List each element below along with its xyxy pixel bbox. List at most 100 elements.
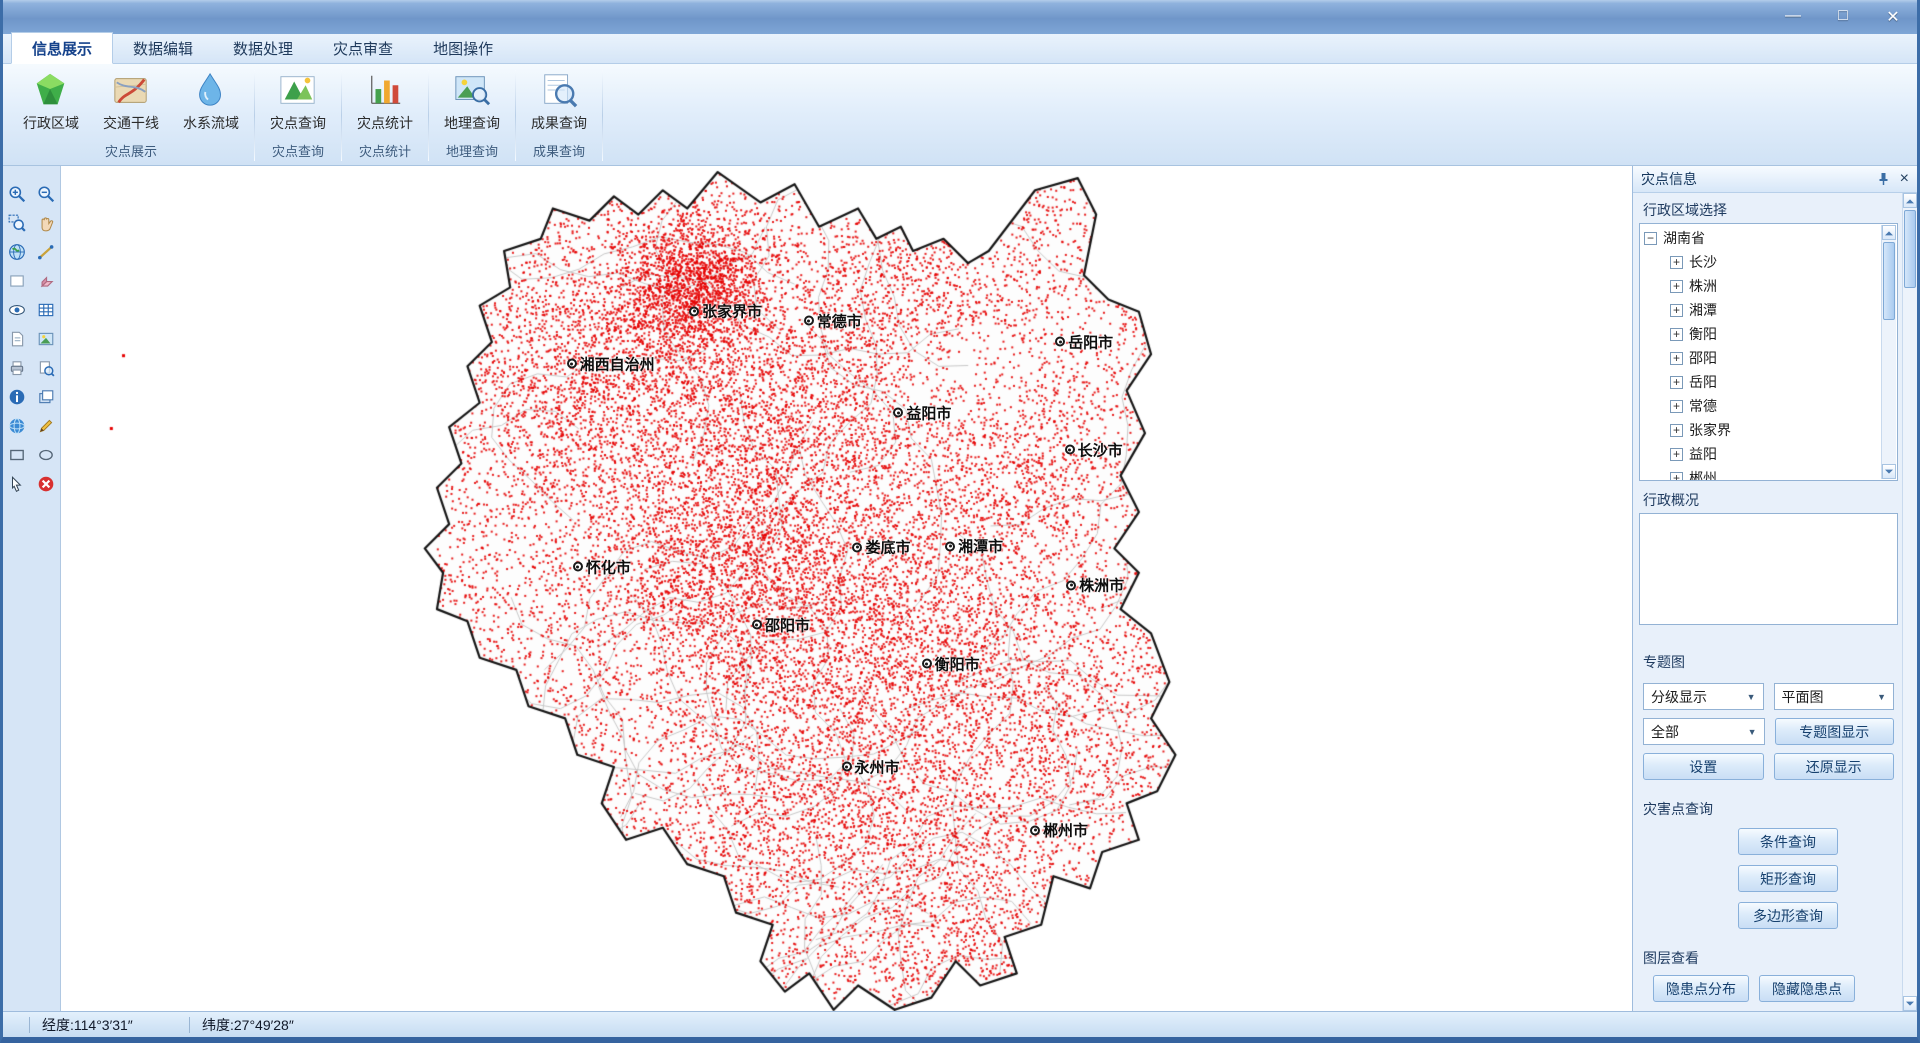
ribbon-groups: 行政区域交通干线水系流域灾点展示灾点查询灾点查询灾点统计灾点统计地理查询地理查询… — [3, 64, 1917, 166]
expand-icon[interactable]: + — [1670, 256, 1683, 269]
scroll-thumb[interactable] — [1883, 242, 1895, 320]
tree-node[interactable]: +株洲 — [1644, 274, 1879, 298]
disaster-query-button[interactable]: 矩形查询 — [1738, 865, 1838, 892]
tree-node-label: 岳阳 — [1689, 372, 1717, 392]
identify-tool-button[interactable] — [4, 296, 31, 323]
expand-icon[interactable]: + — [1670, 424, 1683, 437]
scroll-down-icon[interactable] — [1903, 996, 1917, 1011]
expand-icon[interactable]: + — [1670, 352, 1683, 365]
tree-node[interactable]: +衡阳 — [1644, 322, 1879, 346]
expand-icon[interactable]: + — [1670, 328, 1683, 341]
minimize-button[interactable]: — — [1783, 7, 1803, 27]
traffic-button[interactable]: 交通干线 — [91, 66, 171, 139]
collapse-icon[interactable]: − — [1644, 232, 1657, 245]
result-query-button[interactable]: 成果查询 — [519, 66, 599, 139]
tree-node[interactable]: +张家界 — [1644, 418, 1879, 442]
overview-textarea[interactable] — [1639, 513, 1898, 625]
print-preview-tool-button[interactable] — [33, 354, 60, 381]
ribbon-tab[interactable]: 信息展示 — [11, 32, 113, 64]
scroll-up-icon[interactable] — [1903, 193, 1917, 208]
close-button[interactable]: ✕ — [1883, 7, 1903, 27]
pan-tool-button[interactable] — [33, 209, 60, 236]
expand-icon[interactable]: + — [1670, 376, 1683, 389]
geo-query-button[interactable]: 地理查询 — [432, 66, 512, 139]
print-preview-icon — [37, 359, 55, 377]
info-tool-button[interactable] — [4, 383, 31, 410]
full-extent-icon — [8, 243, 26, 261]
scroll-up-icon[interactable] — [1882, 225, 1896, 240]
measure-line-tool-button[interactable] — [33, 238, 60, 265]
sketch-tool-button[interactable] — [33, 412, 60, 439]
image-map-tool-button[interactable] — [33, 325, 60, 352]
settings-button[interactable]: 设置 — [1643, 753, 1764, 780]
globe-tool-button[interactable] — [4, 412, 31, 439]
water-button[interactable]: 水系流域 — [171, 66, 251, 139]
rectangle-tool-tool-button[interactable] — [4, 441, 31, 468]
tree-node[interactable]: +长沙 — [1644, 250, 1879, 274]
overview-layers-tool-button[interactable] — [33, 383, 60, 410]
app-window: — □ ✕ 信息展示数据编辑数据处理灾点审查地图操作 行政区域交通干线水系流域灾… — [0, 0, 1920, 1043]
full-extent-tool-button[interactable] — [4, 238, 31, 265]
zoom-window-icon — [8, 214, 26, 232]
tree-scrollbar[interactable] — [1881, 225, 1896, 479]
expand-icon[interactable]: + — [1670, 472, 1683, 482]
layer-view-button[interactable]: 隐患点分布 — [1653, 975, 1749, 1002]
show-thematic-button[interactable]: 专题图显示 — [1775, 718, 1895, 745]
map-area[interactable]: 张家界市常德市岳阳市湘西自治州益阳市长沙市娄底市湘潭市株洲市怀化市邵阳市衡阳市永… — [61, 166, 1632, 1011]
ribbon-tab[interactable]: 灾点审查 — [313, 33, 413, 63]
print-tool-button[interactable] — [4, 354, 31, 381]
scroll-down-icon[interactable] — [1882, 464, 1896, 479]
group-separator — [515, 70, 516, 161]
panel-header: 灾点信息 × — [1633, 166, 1917, 193]
window-controls: — □ ✕ — [1783, 7, 1903, 27]
circle-tool-tool-button[interactable] — [33, 441, 60, 468]
ribbon-tab[interactable]: 数据处理 — [213, 33, 313, 63]
region-icon — [32, 71, 70, 109]
tree-node[interactable]: +常德 — [1644, 394, 1879, 418]
map-canvas[interactable] — [61, 166, 1632, 1011]
zoom-in-tool-button[interactable] — [4, 180, 31, 207]
document-tool-button[interactable] — [4, 325, 31, 352]
tree-node[interactable]: +郴州 — [1644, 466, 1879, 481]
attribute-table-tool-button[interactable] — [33, 296, 60, 323]
ribbon-tab[interactable]: 地图操作 — [413, 33, 513, 63]
all-scope-select[interactable]: 全部 ▼ — [1643, 718, 1765, 745]
grade-display-select[interactable]: 分级显示 ▼ — [1643, 683, 1764, 710]
tree-node[interactable]: + 岳阳 — [1644, 370, 1879, 394]
zoom-out-tool-button[interactable] — [33, 180, 60, 207]
disaster-query-button[interactable]: 多边形查询 — [1738, 902, 1838, 929]
plan-view-select[interactable]: 平面图 ▼ — [1774, 683, 1895, 710]
disaster-query-button[interactable]: 条件查询 — [1738, 828, 1838, 855]
disaster-stat-button[interactable]: 灾点统计 — [345, 66, 425, 139]
tree-node[interactable]: +益阳 — [1644, 442, 1879, 466]
zoom-window-tool-button[interactable] — [4, 209, 31, 236]
disaster-info-panel: 灾点信息 × 行政区域选择 −湖南省+长沙+株洲+湘潭+衡阳+邵阳+岳阳+常德+… — [1632, 166, 1917, 1011]
panel-close-icon[interactable]: × — [1900, 171, 1909, 187]
maximize-button[interactable]: □ — [1833, 7, 1853, 27]
scroll-thumb[interactable] — [1904, 210, 1916, 288]
group-separator — [254, 70, 255, 161]
delete-tool-button[interactable] — [33, 470, 60, 497]
layer-view-button[interactable]: 隐藏隐患点 — [1759, 975, 1855, 1002]
expand-icon[interactable]: + — [1670, 304, 1683, 317]
tree-node[interactable]: +湘潭 — [1644, 298, 1879, 322]
panel-body: 行政区域选择 −湖南省+长沙+株洲+湘潭+衡阳+邵阳+岳阳+常德+张家界+益阳+… — [1633, 193, 1917, 1011]
select-arrow-tool-button[interactable] — [4, 470, 31, 497]
pin-icon[interactable] — [1877, 172, 1890, 186]
disaster-query-button[interactable]: 灾点查询 — [258, 66, 338, 139]
expand-icon[interactable]: + — [1670, 280, 1683, 293]
restore-display-button[interactable]: 还原显示 — [1774, 753, 1895, 780]
group-separator — [341, 70, 342, 161]
eraser-tool-button[interactable] — [33, 267, 60, 294]
tree-node[interactable]: +邵阳 — [1644, 346, 1879, 370]
tree-node-root[interactable]: −湖南省 — [1644, 226, 1879, 250]
ribbon-group: 灾点查询灾点查询 — [258, 66, 338, 165]
region-button[interactable]: 行政区域 — [11, 66, 91, 139]
zoom-out-icon — [37, 185, 55, 203]
ribbon-tab[interactable]: 数据编辑 — [113, 33, 213, 63]
expand-icon[interactable]: + — [1670, 448, 1683, 461]
panel-scrollbar[interactable] — [1902, 193, 1917, 1011]
select-box-tool-button[interactable] — [4, 267, 31, 294]
expand-icon[interactable]: + — [1670, 400, 1683, 413]
group-separator — [428, 70, 429, 161]
